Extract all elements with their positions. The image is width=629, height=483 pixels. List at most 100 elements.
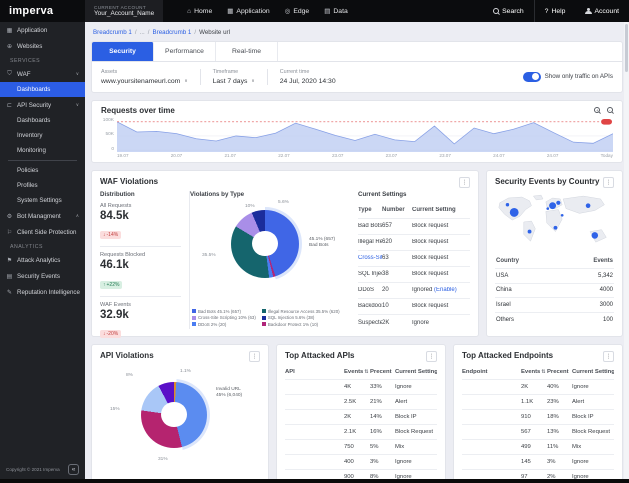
waf-violations-panel: WAF Violations ⋮ Distribution All Reques…: [91, 170, 479, 337]
chevron-down-icon: ∨: [76, 71, 79, 77]
donut-label-lightblue: 15%: [110, 407, 120, 412]
sidebar-collapse-button[interactable]: «: [68, 464, 79, 475]
donut-label-violet: 8%: [126, 373, 133, 378]
donut-legend: Bad Bots 45.1% (657) Illegal Resource Ac…: [192, 309, 340, 327]
xss-link[interactable]: Cross-Site Scripting: [358, 255, 382, 261]
y-axis: 100K 50K 0: [101, 118, 117, 152]
enable-link[interactable]: (Enable): [434, 287, 457, 293]
application-icon: ▦: [227, 7, 233, 15]
panel-menu-button[interactable]: ⋮: [426, 351, 437, 362]
api-traffic-toggle-group: Show only traffic on APIs: [523, 72, 613, 82]
sidebar-item-bot-management[interactable]: ⚙Bot Managment∧: [0, 208, 85, 224]
top-attacked-endpoints-table: Endpoint Events⇅ Precent Current Setting…: [462, 365, 614, 483]
table-row: 91018%Block IP: [462, 409, 614, 424]
account-button[interactable]: Account: [575, 0, 629, 22]
sidebar-item-api-security[interactable]: ⊏API Security∨: [0, 97, 85, 113]
scrollbar-thumb[interactable]: [625, 24, 628, 72]
home-icon: ⌂: [187, 8, 191, 15]
table-row: SQL Injection38Block request: [358, 266, 470, 282]
search-icon: [493, 8, 499, 14]
current-time: Current time 24 Jul, 2020 14:30: [267, 69, 348, 85]
data-icon: ▤: [324, 7, 330, 15]
world-map: [495, 191, 614, 253]
current-settings-table: TypeNumberCurrent Setting Bad Bots657Blo…: [358, 203, 470, 331]
api-violations-donut-halo: [138, 379, 210, 451]
help-button[interactable]: ?Help: [534, 0, 576, 22]
zoom-out-icon[interactable]: -: [607, 107, 613, 113]
sidebar-item-reputation-intelligence[interactable]: ✎Reputation Intelligence: [0, 284, 85, 300]
panel-title: Security Events by Country: [495, 177, 599, 186]
security-events-by-country-panel: Security Events by Country ⋮: [486, 170, 623, 337]
sidebar-item-inventory[interactable]: Inventory: [0, 128, 85, 143]
api-violations-donut[interactable]: [141, 382, 207, 448]
collapse-icon: «: [72, 466, 76, 473]
account-switcher[interactable]: CURRENT ACCOUNT Your_Account_Name: [85, 0, 163, 22]
sidebar-item-profiles[interactable]: Profiles: [0, 178, 85, 193]
panel-menu-button[interactable]: ⋮: [459, 177, 470, 188]
table-row: 2K40%Ignore: [462, 379, 614, 394]
breadcrumb-ellipsis[interactable]: ...: [140, 29, 145, 36]
assets-filter: Assets www.yoursitenameurl.com∨: [101, 69, 200, 85]
sidebar-item-websites[interactable]: ⊕Websites: [0, 38, 85, 54]
chevron-down-icon: ∨: [184, 78, 187, 84]
x-axis: 19.0720.0721.0722.0723.0723.0723.0724.07…: [117, 153, 613, 158]
sidebar-item-attack-analytics[interactable]: ⚑Attack Analytics: [0, 252, 85, 268]
tab-security[interactable]: Security: [92, 42, 154, 61]
sidebar: ▦Application ⊕Websites SERVICES ⛉WAF∨ Da…: [0, 22, 85, 483]
edge-icon: ◎: [285, 7, 291, 15]
nav-edge[interactable]: ◎Edge: [285, 7, 310, 15]
sidebar-item-waf[interactable]: ⛉WAF∨: [0, 66, 85, 82]
sort-events[interactable]: Events⇅: [344, 369, 370, 375]
sidebar-item-system-settings[interactable]: System Settings: [0, 193, 85, 208]
sidebar-item-api-dashboards[interactable]: Dashboards: [0, 113, 85, 128]
country-table: CountryEvents USA5,342 China4000 Israel3…: [495, 255, 614, 327]
requests-area-chart[interactable]: [117, 118, 613, 152]
arrow-down-icon: ↓: [103, 331, 106, 337]
kebab-icon: ⋮: [252, 353, 258, 360]
donut-label-illegal: 35.5%: [202, 253, 216, 258]
legend-swatch: [262, 316, 266, 320]
panel-menu-button[interactable]: ⋮: [603, 177, 614, 188]
table-header: CountryEvents: [495, 255, 614, 269]
top-attacked-apis-panel: Top Attacked APIs ⋮ API Events⇅ Precent …: [276, 344, 446, 483]
breadcrumb-link-2[interactable]: Breadcrumb 1: [153, 29, 192, 36]
sidebar-item-policies[interactable]: Policies: [0, 163, 85, 178]
tab-realtime[interactable]: Real-time: [216, 42, 278, 61]
panel-menu-button[interactable]: ⋮: [249, 351, 260, 362]
table-row: China4000: [495, 283, 614, 298]
sidebar-item-application[interactable]: ▦Application: [0, 22, 85, 38]
api-traffic-toggle[interactable]: [523, 72, 541, 82]
sidebar-item-security-events[interactable]: ▤Security Events: [0, 268, 85, 284]
violations-by-type-column: Violations by Type 5.6% 10% 35.5% 45.1% …: [190, 191, 348, 329]
sidebar-item-monitoring[interactable]: Monitoring: [0, 143, 85, 158]
security-events-icon: ▤: [6, 273, 13, 280]
kebab-icon: ⋮: [462, 179, 468, 186]
breadcrumb-link-1[interactable]: Breadcrumb 1: [93, 29, 132, 36]
nav-data[interactable]: ▤Data: [324, 7, 348, 15]
search-button[interactable]: Search: [483, 0, 534, 22]
timeframe-dropdown[interactable]: Last 7 days∨: [213, 78, 255, 85]
table-row: 1.1K23%Alert: [462, 394, 614, 409]
violations-by-type-donut[interactable]: [231, 210, 299, 278]
help-icon: ?: [545, 8, 549, 15]
panel-menu-button[interactable]: ⋮: [603, 351, 614, 362]
shield-icon: ⛉: [6, 71, 13, 78]
area-fill: [117, 121, 613, 151]
table-header: TypeNumberCurrent Setting: [358, 203, 470, 218]
client-side-protection-icon: ⚐: [6, 229, 13, 236]
sidebar-item-client-side-protection[interactable]: ⚐Client Side Protection: [0, 224, 85, 240]
tab-performance[interactable]: Performance: [154, 42, 216, 61]
sort-events[interactable]: Events⇅: [521, 369, 547, 375]
nav-application[interactable]: ▦Application: [227, 7, 269, 15]
arrow-down-icon: ↓: [103, 232, 106, 238]
nav-home[interactable]: ⌂Home: [187, 8, 212, 15]
top-attacked-apis-table: API Events⇅ Precent Current Settings 4K3…: [285, 365, 437, 483]
donut-callout: Invalid URL45% (6,040): [216, 387, 242, 400]
zoom-in-icon[interactable]: +: [594, 107, 600, 113]
stat-requests-blocked: Requests Blocked 46.1k ↑+22%: [100, 252, 181, 291]
table-row: 1453%Ignore: [462, 454, 614, 469]
assets-dropdown[interactable]: www.yoursitenameurl.com∨: [101, 78, 188, 85]
sidebar-footer: Copyright © 2021 Imperva «: [0, 464, 85, 475]
table-header: API Events⇅ Precent Current Settings: [285, 365, 437, 379]
sidebar-item-waf-dashboards[interactable]: Dashboards: [0, 82, 85, 97]
